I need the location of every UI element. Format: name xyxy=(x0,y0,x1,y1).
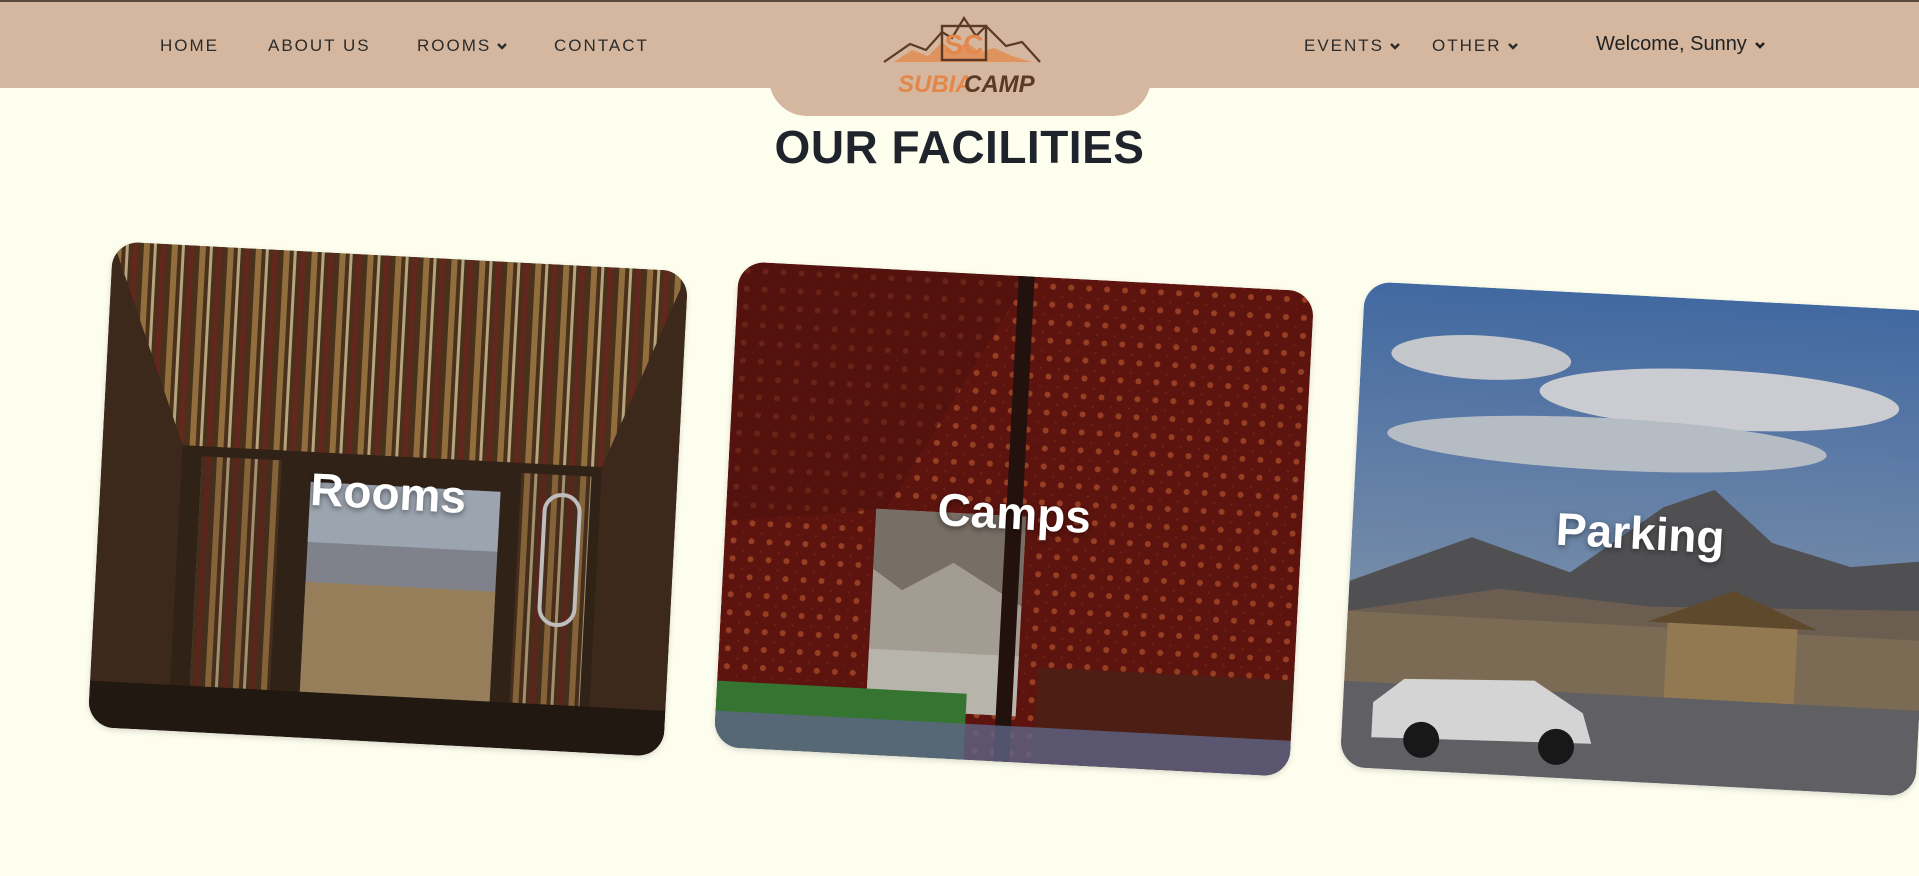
section-title: OUR FACILITIES xyxy=(774,121,1145,173)
chevron-down-icon xyxy=(1388,39,1402,53)
nav-home[interactable]: HOME xyxy=(160,36,219,56)
nav-other-label: OTHER xyxy=(1432,36,1502,55)
nav-about-us-label: ABOUT US xyxy=(268,36,371,55)
logo-monogram: SC xyxy=(945,29,984,60)
nav-events-label: EVENTS xyxy=(1304,36,1385,55)
nav-events[interactable]: EVENTS xyxy=(1304,36,1402,56)
nav-rooms[interactable]: ROOMS xyxy=(417,36,509,56)
nav-home-label: HOME xyxy=(160,36,219,55)
chevron-down-icon xyxy=(1506,39,1520,53)
chevron-down-icon xyxy=(495,39,509,53)
nav-other[interactable]: OTHER xyxy=(1432,36,1520,56)
nav-about-us[interactable]: ABOUT US xyxy=(268,36,371,56)
facility-card-parking[interactable]: Parking xyxy=(1339,281,1919,797)
nav-contact-label: CONTACT xyxy=(554,36,649,55)
subia-camp-logo[interactable]: SC SUBIA CAMP xyxy=(882,12,1042,98)
welcome-text: Welcome, Sunny xyxy=(1596,33,1747,55)
logo-name-camp: CAMP xyxy=(964,71,1036,96)
facility-card-rooms[interactable]: Rooms xyxy=(87,241,689,757)
nav-rooms-label: ROOMS xyxy=(417,36,492,55)
user-menu[interactable]: Welcome, Sunny xyxy=(1596,33,1767,56)
logo-name-subia: SUBIA xyxy=(898,71,973,96)
facility-card-camps[interactable]: Camps xyxy=(713,261,1315,777)
chevron-down-icon xyxy=(1753,38,1767,52)
nav-contact[interactable]: CONTACT xyxy=(554,36,649,56)
